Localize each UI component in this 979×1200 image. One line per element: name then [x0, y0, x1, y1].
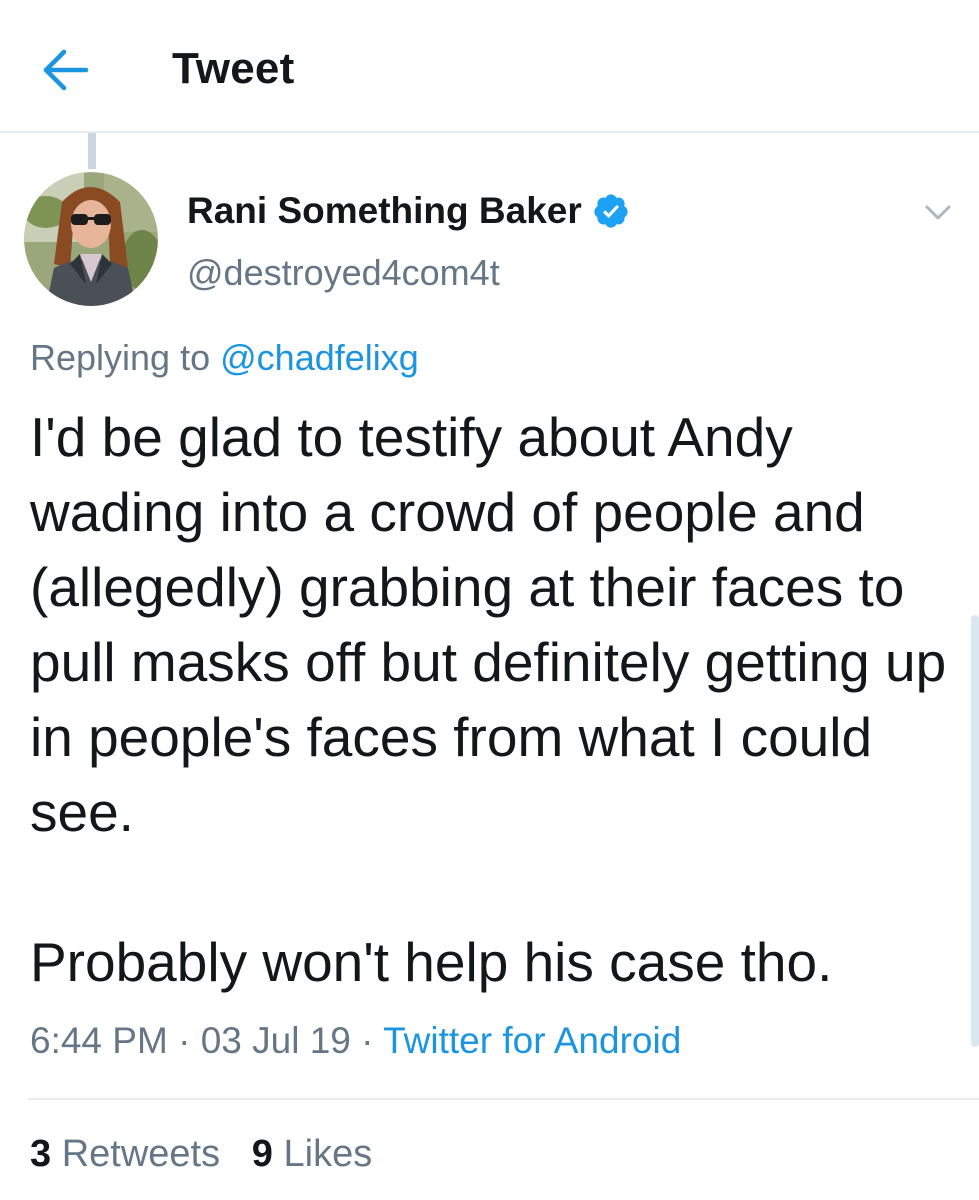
tweet-source-link[interactable]: Twitter for Android	[383, 1020, 681, 1061]
tweet-paragraph: I'd be glad to testify about Andy wading…	[30, 406, 947, 843]
meta-separator: ·	[361, 1020, 374, 1061]
likes-count: 9	[251, 1133, 273, 1175]
chevron-down-icon	[922, 198, 954, 226]
retweets-stat[interactable]: 3 Retweets	[30, 1133, 231, 1175]
meta-separator: ·	[178, 1020, 191, 1061]
verified-badge-icon	[592, 192, 630, 230]
arrow-left-icon	[40, 46, 92, 94]
avatar[interactable]	[24, 172, 158, 306]
author-name-row: Rani Something Baker	[187, 190, 630, 232]
thread-connector-line	[88, 133, 96, 169]
likes-stat[interactable]: 9 Likes	[252, 1133, 372, 1175]
tweet-stats: 3 Retweets 9 Likes	[30, 1133, 372, 1176]
back-button[interactable]	[40, 46, 92, 94]
tweet-menu-button[interactable]	[922, 198, 954, 226]
scrollbar[interactable]	[971, 615, 979, 1047]
page-title: Tweet	[172, 44, 295, 93]
tweet-date: 03 Jul 19	[200, 1020, 351, 1061]
retweets-count: 3	[30, 1133, 52, 1175]
display-name[interactable]: Rani Something Baker	[187, 190, 582, 232]
retweets-label: Retweets	[61, 1133, 221, 1175]
tweet-text: I'd be glad to testify about Andy wading…	[30, 400, 960, 1000]
replying-to-label: Replying to	[30, 337, 211, 378]
tweet-time: 6:44 PM	[30, 1020, 168, 1061]
reply-mention-link[interactable]: @chadfelixg	[220, 337, 419, 378]
author-handle[interactable]: @destroyed4com4t	[187, 252, 500, 294]
top-bar: Tweet	[0, 0, 979, 133]
tweet-meta: 6:44 PM · 03 Jul 19 · Twitter for Androi…	[30, 1020, 681, 1062]
tweet-paragraph: Probably won't help his case tho.	[30, 931, 833, 993]
divider	[28, 1098, 979, 1100]
likes-label: Likes	[283, 1133, 373, 1175]
replying-to: Replying to @chadfelixg	[30, 337, 419, 379]
